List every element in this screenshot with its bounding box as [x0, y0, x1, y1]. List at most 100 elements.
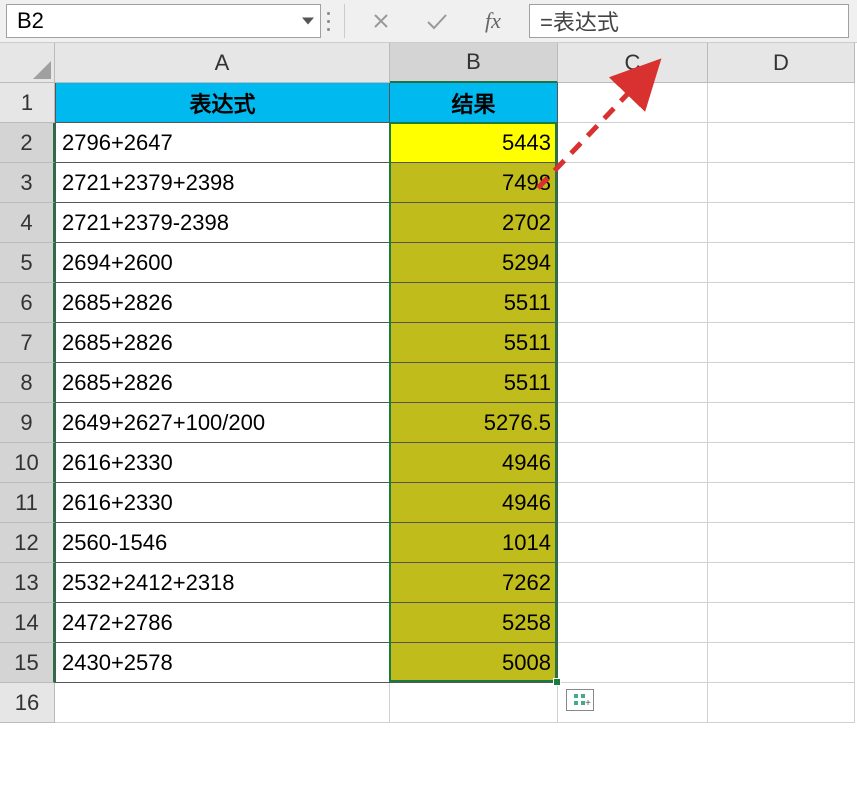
cell-B8[interactable]: 5511 [390, 363, 558, 403]
cell-D10[interactable] [708, 443, 855, 483]
select-all-corner[interactable] [0, 43, 55, 83]
cell-A16[interactable] [55, 683, 390, 723]
cell-B1[interactable]: 结果 [390, 83, 558, 123]
row-header-11[interactable]: 11 [0, 483, 55, 523]
cell-D5[interactable] [708, 243, 855, 283]
cell-D2[interactable] [708, 123, 855, 163]
row-header-1[interactable]: 1 [0, 83, 55, 123]
cell-C1[interactable] [558, 83, 708, 123]
cell-B5[interactable]: 5294 [390, 243, 558, 283]
row-header-4[interactable]: 4 [0, 203, 55, 243]
row-header-5[interactable]: 5 [0, 243, 55, 283]
row-header-7[interactable]: 7 [0, 323, 55, 363]
cell-B13[interactable]: 7262 [390, 563, 558, 603]
cell-C7[interactable] [558, 323, 708, 363]
column-headers: ABCD [55, 43, 855, 83]
row-header-3[interactable]: 3 [0, 163, 55, 203]
cell-D4[interactable] [708, 203, 855, 243]
cell-C13[interactable] [558, 563, 708, 603]
row-header-13[interactable]: 13 [0, 563, 55, 603]
column-header-D[interactable]: D [708, 43, 855, 83]
cell-C10[interactable] [558, 443, 708, 483]
cell-A15[interactable]: 2430+2578 [55, 643, 390, 683]
cell-C6[interactable] [558, 283, 708, 323]
name-box[interactable]: B2 [6, 4, 321, 38]
cell-C5[interactable] [558, 243, 708, 283]
row-header-6[interactable]: 6 [0, 283, 55, 323]
cell-A7[interactable]: 2685+2826 [55, 323, 390, 363]
cell-D8[interactable] [708, 363, 855, 403]
fx-icon: fx [485, 8, 501, 34]
row-3: 2721+2379+23987498 [55, 163, 855, 203]
row-header-15[interactable]: 15 [0, 643, 55, 683]
cell-B14[interactable]: 5258 [390, 603, 558, 643]
cell-A5[interactable]: 2694+2600 [55, 243, 390, 283]
row-header-8[interactable]: 8 [0, 363, 55, 403]
cell-B15[interactable]: 5008 [390, 643, 558, 683]
cell-A4[interactable]: 2721+2379-2398 [55, 203, 390, 243]
cell-D7[interactable] [708, 323, 855, 363]
enter-formula-button [409, 4, 465, 38]
cell-D11[interactable] [708, 483, 855, 523]
cell-D12[interactable] [708, 523, 855, 563]
cell-C4[interactable] [558, 203, 708, 243]
cell-A3[interactable]: 2721+2379+2398 [55, 163, 390, 203]
cell-B7[interactable]: 5511 [390, 323, 558, 363]
row-header-9[interactable]: 9 [0, 403, 55, 443]
cell-B16[interactable] [390, 683, 558, 723]
cell-A8[interactable]: 2685+2826 [55, 363, 390, 403]
cell-C11[interactable] [558, 483, 708, 523]
row-header-16[interactable]: 16 [0, 683, 55, 723]
fill-handle[interactable] [553, 678, 561, 686]
column-header-C[interactable]: C [558, 43, 708, 83]
cell-A14[interactable]: 2472+2786 [55, 603, 390, 643]
cell-C8[interactable] [558, 363, 708, 403]
cell-D13[interactable] [708, 563, 855, 603]
cell-C15[interactable] [558, 643, 708, 683]
cell-D16[interactable] [708, 683, 855, 723]
cell-C2[interactable] [558, 123, 708, 163]
cell-D6[interactable] [708, 283, 855, 323]
cell-C12[interactable] [558, 523, 708, 563]
cell-C3[interactable] [558, 163, 708, 203]
insert-function-button[interactable]: fx [465, 4, 521, 38]
cell-A10[interactable]: 2616+2330 [55, 443, 390, 483]
formula-bar-drag-icon[interactable] [327, 12, 330, 31]
column-header-A[interactable]: A [55, 43, 390, 83]
cell-A6[interactable]: 2685+2826 [55, 283, 390, 323]
row-header-14[interactable]: 14 [0, 603, 55, 643]
row-header-10[interactable]: 10 [0, 443, 55, 483]
row-header-12[interactable]: 12 [0, 523, 55, 563]
cell-B10[interactable]: 4946 [390, 443, 558, 483]
cell-D15[interactable] [708, 643, 855, 683]
cell-B12[interactable]: 1014 [390, 523, 558, 563]
cell-A13[interactable]: 2532+2412+2318 [55, 563, 390, 603]
cell-B4[interactable]: 2702 [390, 203, 558, 243]
cell-A1[interactable]: 表达式 [55, 83, 390, 123]
cell-B2[interactable]: 5443 [390, 123, 558, 163]
cell-C14[interactable] [558, 603, 708, 643]
autofill-options-button[interactable]: + [566, 689, 594, 711]
row-header-2[interactable]: 2 [0, 123, 55, 163]
cell-A12[interactable]: 2560-1546 [55, 523, 390, 563]
formula-input[interactable]: =表达式 [529, 4, 849, 38]
cell-B6[interactable]: 5511 [390, 283, 558, 323]
cancel-formula-button [353, 4, 409, 38]
cell-D14[interactable] [708, 603, 855, 643]
name-box-dropdown-icon[interactable] [302, 18, 314, 25]
cell-D9[interactable] [708, 403, 855, 443]
cell-D3[interactable] [708, 163, 855, 203]
row-15: 2430+25785008 [55, 643, 855, 683]
cell-D1[interactable] [708, 83, 855, 123]
cell-C9[interactable] [558, 403, 708, 443]
cells-area[interactable]: 表达式结果2796+264754432721+2379+239874982721… [55, 83, 855, 723]
row-16 [55, 683, 855, 723]
cell-A9[interactable]: 2649+2627+100/200 [55, 403, 390, 443]
column-header-B[interactable]: B [390, 43, 558, 83]
cell-B9[interactable]: 5276.5 [390, 403, 558, 443]
cell-B3[interactable]: 7498 [390, 163, 558, 203]
cell-A11[interactable]: 2616+2330 [55, 483, 390, 523]
name-box-value: B2 [17, 8, 44, 34]
cell-A2[interactable]: 2796+2647 [55, 123, 390, 163]
cell-B11[interactable]: 4946 [390, 483, 558, 523]
